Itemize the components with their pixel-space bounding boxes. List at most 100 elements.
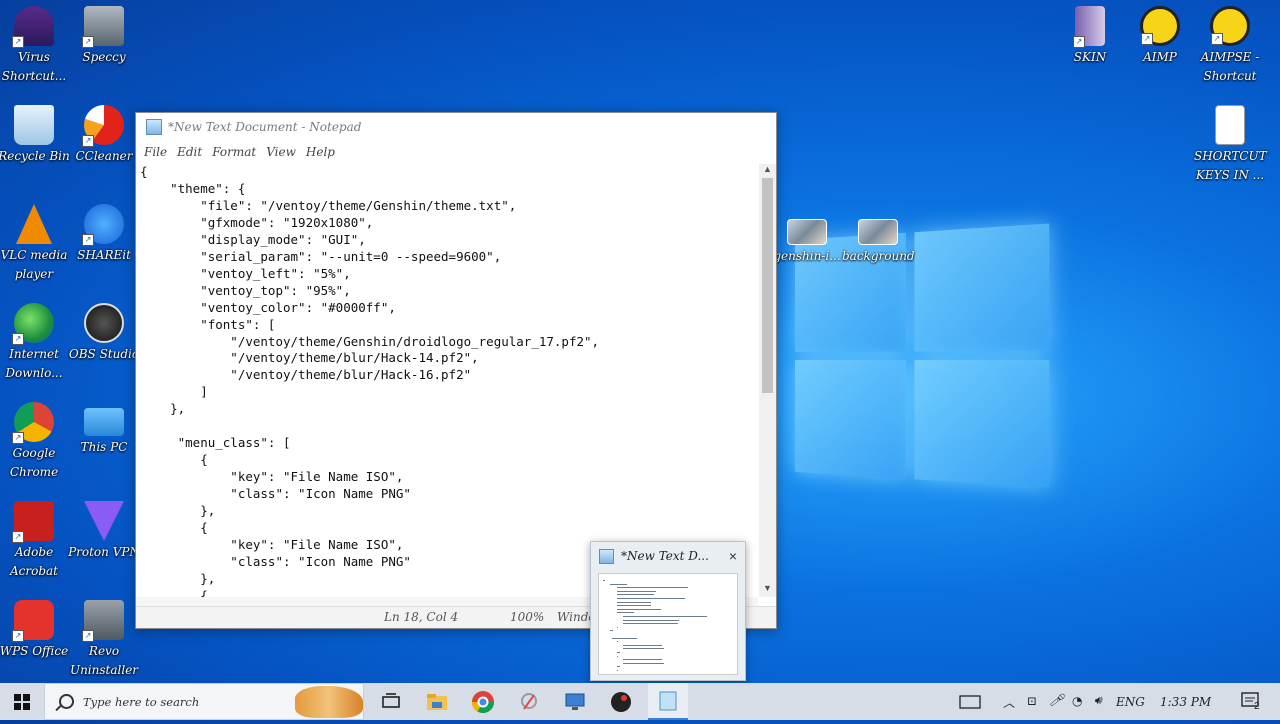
editor-content[interactable]: { "theme": { "file": "/ventoy/theme/Gens… — [136, 164, 758, 597]
desktop-icon-recycle-bin[interactable]: Recycle Bin — [0, 101, 70, 166]
notification-center-icon[interactable]: 2 — [1240, 691, 1264, 716]
language-indicator[interactable]: ENG — [1116, 695, 1145, 709]
scroll-down-icon[interactable]: ▼ — [759, 583, 776, 597]
this-pc-icon — [84, 408, 124, 436]
task-view-icon[interactable] — [378, 689, 404, 715]
thumbnail-line — [623, 616, 706, 617]
text-file-icon — [1215, 105, 1245, 145]
menu-edit[interactable]: Edit — [177, 145, 202, 159]
scroll-thumb[interactable] — [762, 178, 773, 393]
meet-now-icon[interactable]: ⊡ — [1027, 694, 1037, 708]
thumbnail-line — [617, 641, 619, 642]
desktop-icon-protonvpn[interactable]: Proton VPN — [68, 497, 140, 562]
desktop-icon-shortcut-keys[interactable]: SHORTCUT KEYS IN ... — [1194, 101, 1266, 185]
virus-shortcut-icon: ↗ — [14, 6, 54, 46]
editor-line: "file": "/ventoy/theme/Genshin/theme.txt… — [140, 198, 758, 215]
desktop-icon-aimp[interactable]: ↗ AIMP — [1124, 2, 1196, 67]
snipping-tool-icon[interactable] — [516, 689, 542, 715]
desktop-icon-aimpse[interactable]: ↗ AIMPSE - Shortcut — [1194, 2, 1266, 86]
thumbnail-line — [610, 584, 627, 585]
aimpse-icon: ↗ — [1210, 6, 1250, 46]
zoom-level: 100% — [510, 610, 544, 624]
microphone-icon[interactable]: 🎤︎ — [1049, 693, 1064, 707]
network-icon[interactable]: ◔ — [1072, 694, 1082, 708]
desktop-icon-obs[interactable]: OBS Studio — [68, 299, 140, 364]
desktop-icon-background[interactable]: background — [842, 215, 914, 266]
thumbnail-line — [623, 663, 664, 664]
desktop-icon-genshin-image[interactable]: genshin-i... — [771, 215, 843, 266]
text-editor[interactable]: { "theme": { "file": "/ventoy/theme/Gens… — [136, 164, 758, 597]
revo-icon: ↗ — [84, 600, 124, 640]
menu-help[interactable]: Help — [306, 145, 335, 159]
editor-line: "/ventoy/theme/Genshin/droidlogo_regular… — [140, 334, 758, 351]
chrome-taskbar-icon[interactable] — [470, 689, 496, 715]
vertical-scrollbar[interactable]: ▲ ▼ — [759, 164, 776, 597]
editor-line: { — [140, 452, 758, 469]
volume-icon[interactable]: 🔊︎ — [1094, 693, 1102, 708]
title-bar[interactable]: *New Text Document - Notepad — [136, 113, 776, 141]
desktop-icon-vlc[interactable]: VLC media player — [0, 200, 70, 284]
desktop-icon-chrome[interactable]: ↗ Google Chrome — [0, 398, 70, 482]
thumbnail-line — [617, 587, 688, 588]
desktop-icon-wps[interactable]: ↗ WPS Office — [0, 596, 70, 661]
thumbnail-line — [617, 602, 651, 603]
taskbar-thumbnail-preview[interactable]: *New Text D... × — [590, 541, 746, 681]
editor-line: "theme": { — [140, 181, 758, 198]
chrome-icon: ↗ — [14, 402, 54, 442]
menu-format[interactable]: Format — [212, 145, 256, 159]
desktop-icon-internet-download[interactable]: ↗ Internet Downlo... — [0, 299, 70, 383]
desktop-icon-revo[interactable]: ↗ Revo Uninstaller — [68, 596, 140, 680]
editor-line: "fonts": [ — [140, 317, 758, 334]
preview-title: *New Text D... — [621, 549, 709, 563]
menu-bar: File Edit Format View Help — [136, 141, 776, 163]
clock[interactable]: 1:33 PM — [1160, 695, 1211, 709]
vlc-icon — [16, 204, 52, 244]
desktop-icon-shareit[interactable]: ↗ SHAREit — [68, 200, 140, 265]
editor-line: "ventoy_color": "#0000ff", — [140, 300, 758, 317]
keyboard-icon[interactable] — [958, 683, 982, 720]
show-hidden-icons-icon[interactable]: ︿ — [1003, 694, 1015, 711]
editor-line: }, — [140, 503, 758, 520]
aimp-icon: ↗ — [1140, 6, 1180, 46]
image-file-icon — [787, 219, 827, 245]
remote-desktop-icon[interactable] — [562, 689, 588, 715]
desktop-icon-acrobat[interactable]: ↗ Adobe Acrobat — [0, 497, 70, 581]
desktop-icon-virus-shortcut[interactable]: ↗ Virus Shortcut... — [0, 2, 70, 86]
menu-view[interactable]: View — [266, 145, 296, 159]
thumbnail-line — [612, 638, 638, 639]
speccy-icon: ↗ — [84, 6, 124, 46]
protonvpn-icon — [84, 501, 124, 541]
window-title: *New Text Document - Notepad — [168, 120, 361, 134]
taskbar: Type here to search ︿ ⊡ 🎤︎ ◔ 🔊︎ ENG 1:33… — [0, 683, 1280, 720]
scroll-up-icon[interactable]: ▲ — [759, 164, 776, 178]
editor-line: "ventoy_top": "95%", — [140, 283, 758, 300]
thumbnail-line — [617, 670, 619, 671]
search-placeholder: Type here to search — [83, 695, 199, 709]
search-icon — [59, 694, 74, 709]
editor-line: "/ventoy/theme/blur/Hack-14.pf2", — [140, 350, 758, 367]
skin-folder-icon: ↗ — [1075, 6, 1105, 46]
file-explorer-icon[interactable] — [424, 689, 450, 715]
window-thumbnail[interactable] — [598, 573, 738, 675]
editor-line: { — [140, 164, 758, 181]
close-icon[interactable]: × — [729, 548, 737, 564]
ccleaner-icon: ↗ — [84, 105, 124, 145]
notepad-icon — [599, 549, 614, 564]
editor-line: "serial_param": "--unit=0 --speed=9600", — [140, 249, 758, 266]
wps-icon: ↗ — [14, 600, 54, 640]
obs-icon — [84, 303, 124, 343]
editor-line — [140, 418, 758, 435]
desktop-icon-skin[interactable]: ↗ SKIN — [1054, 2, 1126, 67]
obs-taskbar-icon[interactable] — [608, 689, 634, 715]
search-highlight-image[interactable] — [295, 686, 363, 718]
desktop-icon-speccy[interactable]: ↗ Speccy — [68, 2, 140, 67]
desktop-icon-this-pc[interactable]: This PC — [68, 398, 140, 457]
notepad-taskbar-button[interactable] — [648, 683, 688, 720]
thumbnail-line — [617, 609, 661, 610]
thumbnail-line — [617, 591, 656, 592]
desktop-icon-ccleaner[interactable]: ↗ CCleaner — [68, 101, 140, 166]
editor-line: "ventoy_left": "5%", — [140, 266, 758, 283]
menu-file[interactable]: File — [144, 145, 167, 159]
editor-line: "key": "File Name ISO", — [140, 469, 758, 486]
start-button[interactable] — [0, 683, 44, 720]
